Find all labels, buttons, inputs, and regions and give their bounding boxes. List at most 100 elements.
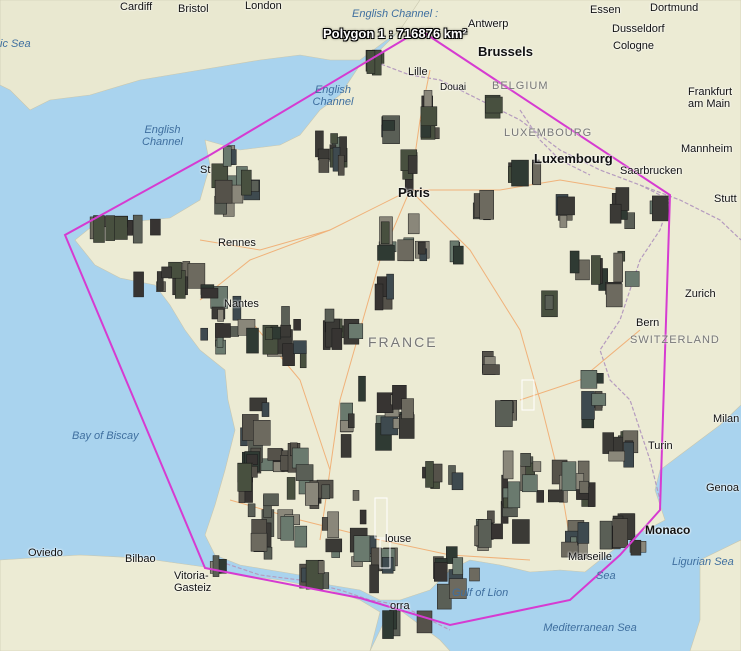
- imagery-tile: [263, 493, 279, 507]
- imagery-tile: [280, 324, 291, 338]
- imagery-tile: [359, 509, 367, 525]
- imagery-tile: [377, 245, 395, 261]
- imagery-tile: [382, 120, 395, 131]
- imagery-tile: [623, 441, 634, 468]
- imagery-tile: [352, 490, 360, 501]
- imagery-tile: [331, 328, 343, 350]
- imagery-tile: [324, 308, 335, 323]
- label-paris: Paris: [398, 185, 430, 200]
- label-mediterranean: Mediterranean Sea: [543, 622, 637, 634]
- imagery-tile: [340, 434, 352, 458]
- imagery-tile: [358, 375, 366, 402]
- label-antwerp: Antwerp: [468, 18, 509, 30]
- imagery-tile: [267, 448, 283, 461]
- imagery-tile: [133, 271, 144, 298]
- imagery-tile: [317, 560, 325, 574]
- label-gulf-of-lion: Gulf of Lion: [452, 587, 509, 599]
- imagery-tile: [380, 221, 390, 245]
- label-bay-of-biscay: Bay of Biscay: [72, 430, 139, 442]
- label-ligurian-sea: Ligurian Sea: [672, 556, 734, 568]
- imagery-tile: [247, 503, 256, 518]
- imagery-tile: [369, 564, 379, 594]
- imagery-tile: [478, 519, 492, 548]
- label-zurich: Zurich: [685, 288, 716, 300]
- imagery-tile: [381, 557, 394, 574]
- imagery-tile: [591, 393, 607, 406]
- imagery-tile-outline: [521, 379, 535, 411]
- label-english-channel-top: English Channel :: [352, 8, 439, 20]
- map-canvas[interactable]: Cardiff Bristol London English Channel :…: [0, 0, 741, 651]
- imagery-tile: [294, 525, 308, 548]
- imagery-tile: [200, 287, 219, 299]
- imagery-tile: [305, 482, 319, 506]
- imagery-tile: [353, 535, 371, 562]
- imagery-tile: [599, 520, 613, 550]
- imagery-tile: [532, 162, 542, 186]
- imagery-tile: [511, 159, 529, 187]
- imagery-tile: [330, 133, 338, 144]
- imagery-tile: [93, 215, 105, 243]
- imagery-tile: [507, 481, 521, 509]
- imagery-tile: [325, 538, 343, 553]
- imagery-tile: [293, 319, 301, 331]
- label-france: FRANCE: [368, 334, 438, 350]
- label-cardiff: Cardiff: [120, 1, 153, 13]
- imagery-tile: [105, 215, 115, 241]
- imagery-tile: [479, 190, 494, 220]
- imagery-tile: [536, 490, 544, 503]
- imagery-tile: [237, 463, 252, 492]
- imagery-tile: [451, 472, 464, 491]
- imagery-tile: [407, 155, 418, 174]
- imagery-tile: [482, 364, 500, 375]
- imagery-tile: [569, 250, 580, 274]
- label-luxembourg-city: Luxembourg: [534, 151, 613, 166]
- imagery-tile: [580, 370, 598, 389]
- imagery-tile: [520, 453, 531, 467]
- imagery-tile: [605, 283, 623, 308]
- imagery-tile: [609, 203, 622, 224]
- imagery-tile: [348, 323, 364, 339]
- label-milan: Milan: [713, 413, 740, 425]
- imagery-tile: [132, 214, 143, 244]
- imagery-tile: [452, 557, 464, 575]
- imagery-tile: [386, 273, 394, 300]
- polygon-area-label: Polygon 1 : 716876 km²: [323, 26, 467, 41]
- imagery-tile: [522, 474, 538, 493]
- imagery-tile: [382, 610, 394, 639]
- imagery-tile: [337, 155, 345, 176]
- imagery-tile: [215, 323, 231, 338]
- label-genoa: Genoa: [706, 482, 740, 494]
- imagery-tile: [557, 196, 575, 216]
- imagery-tile: [608, 450, 625, 462]
- label-saarbrucken: Saarbrucken: [620, 165, 683, 177]
- imagery-tile: [200, 327, 208, 341]
- label-brussels: Brussels: [478, 44, 533, 59]
- label-celtic-sea: ic Sea: [0, 38, 31, 50]
- label-turin: Turin: [648, 440, 673, 452]
- imagery-tile: [241, 169, 252, 196]
- label-rennes: Rennes: [218, 237, 256, 249]
- label-english-channel-mid: English Channel: [312, 84, 354, 108]
- imagery-tile: [222, 145, 232, 167]
- label-bilbao: Bilbao: [125, 553, 156, 565]
- label-douai: Douai: [440, 82, 467, 93]
- imagery-tile: [544, 295, 554, 310]
- label-london: London: [245, 0, 282, 12]
- imagery-tile: [250, 532, 268, 552]
- imagery-tile: [286, 477, 296, 500]
- imagery-tile: [485, 96, 503, 114]
- imagery-tile: [348, 413, 355, 429]
- label-mannheim: Mannheim: [681, 143, 733, 155]
- imagery-tile: [469, 567, 480, 582]
- imagery-tile: [397, 239, 414, 262]
- imagery-tile: [150, 218, 161, 236]
- imagery-tile: [321, 484, 331, 500]
- label-bern: Bern: [636, 317, 660, 329]
- label-ligurian-sea-2: Sea: [596, 570, 616, 582]
- imagery-tile: [366, 50, 376, 74]
- imagery-tile: [434, 562, 448, 582]
- imagery-tile: [425, 461, 434, 488]
- imagery-tile: [453, 245, 464, 265]
- imagery-tile: [281, 306, 290, 326]
- label-stuttgart: Stutt: [714, 193, 737, 205]
